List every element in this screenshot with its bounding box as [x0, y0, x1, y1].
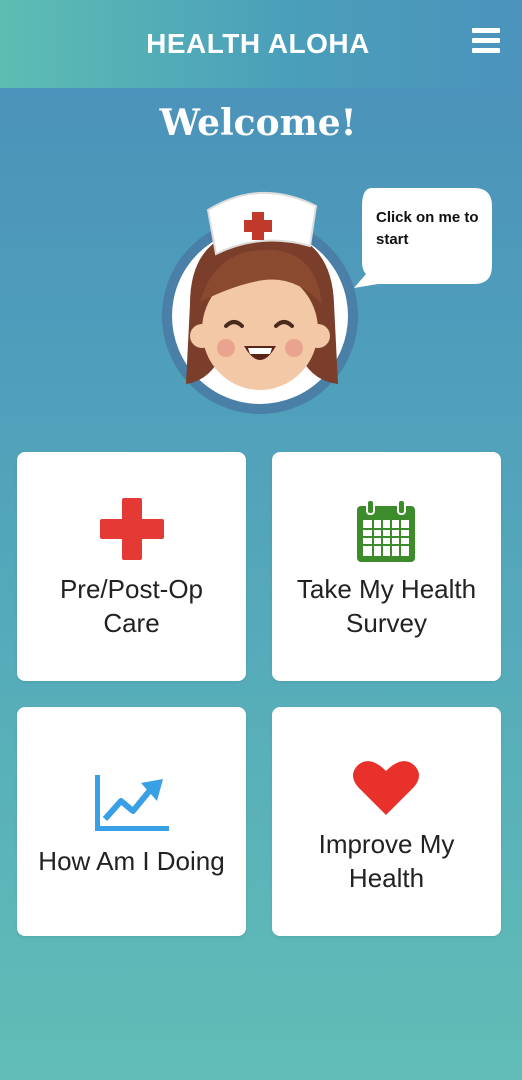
- heart-icon: [353, 761, 419, 815]
- app-title: HEALTH ALOHA: [146, 28, 370, 59]
- nurse-avatar-icon: [162, 191, 358, 414]
- hamburger-menu-icon[interactable]: [472, 28, 504, 58]
- card-label-line1: Take My Health: [296, 574, 477, 604]
- card-label-line2: Health: [348, 863, 425, 893]
- health-survey-card[interactable]: Take My Health Survey: [272, 452, 501, 681]
- red-cross-icon: [100, 498, 164, 560]
- card-label-line2: Survey: [346, 608, 427, 638]
- pre-post-op-care-card[interactable]: Pre/Post-Op Care: [17, 452, 246, 681]
- card-label-line1: Improve My: [318, 829, 455, 859]
- card-label-line2: Care: [103, 608, 160, 638]
- welcome-heading: Welcome!: [159, 102, 357, 144]
- how-am-i-doing-card[interactable]: How Am I Doing: [17, 707, 246, 936]
- nurse-avatar-button[interactable]: [156, 184, 364, 414]
- calendar-icon: [357, 499, 415, 562]
- improve-my-health-card[interactable]: Improve My Health: [272, 707, 501, 936]
- trend-chart-icon: [95, 775, 169, 831]
- card-label-line1: Pre/Post-Op: [59, 574, 204, 604]
- card-label-line1: How Am I Doing: [38, 846, 225, 876]
- speech-bubble-text: Click on me to start: [376, 209, 479, 248]
- app-header: HEALTH ALOHA: [0, 0, 522, 88]
